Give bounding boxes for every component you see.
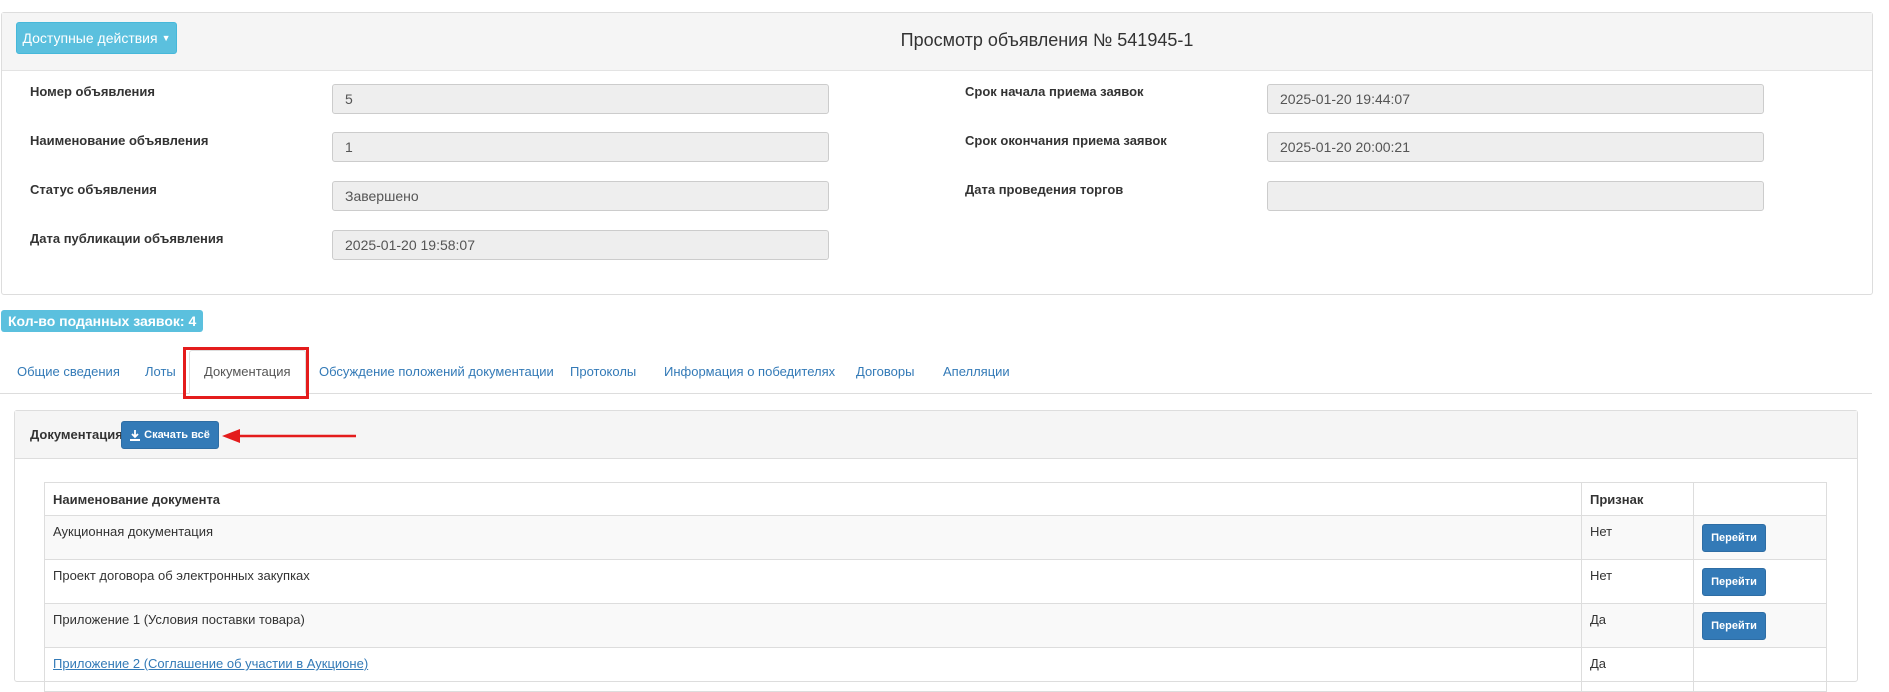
document-action-cell: Перейти: [1693, 559, 1827, 604]
tabs-bar: Общие сведения Лоты Документация Обсужде…: [0, 350, 1872, 394]
tab-documentation[interactable]: Документация: [189, 350, 306, 394]
table-row: Проект договора об электронных закупках …: [44, 559, 1827, 604]
download-all-button[interactable]: Скачать всё: [121, 421, 219, 449]
documents-table: Наименование документа Признак Аукционна…: [44, 482, 1827, 692]
announcement-name-label: Наименование объявления: [30, 133, 209, 148]
document-flag: Да: [1581, 647, 1694, 692]
announcement-number-label: Номер объявления: [30, 84, 155, 99]
auction-date-field[interactable]: [1267, 181, 1764, 211]
tab-contracts[interactable]: Договоры: [856, 350, 914, 393]
page-title: Просмотр объявления № 541945-1: [900, 30, 1194, 50]
tab-appeals[interactable]: Апелляции: [943, 350, 1010, 393]
red-arrow-icon: [222, 429, 356, 443]
document-flag: Нет: [1581, 559, 1694, 604]
application-start-field[interactable]: 2025-01-20 19:44:07: [1267, 84, 1764, 114]
go-button[interactable]: Перейти: [1702, 524, 1766, 552]
publication-date-label: Дата публикации объявления: [30, 231, 224, 246]
document-flag: Нет: [1581, 515, 1694, 560]
column-header-actions: [1693, 482, 1827, 516]
document-action-cell: Перейти: [1693, 515, 1827, 560]
tab-lots[interactable]: Лоты: [145, 350, 176, 393]
tab-general-info[interactable]: Общие сведения: [17, 350, 120, 393]
application-end-field[interactable]: 2025-01-20 20:00:21: [1267, 132, 1764, 162]
download-all-label: Скачать всё: [144, 429, 210, 441]
document-name: Приложение 1 (Условия поставки товара): [44, 603, 1582, 648]
document-name-link[interactable]: Приложение 2 (Соглашение об участии в Ау…: [44, 647, 1582, 692]
applications-count-badge: Кол-во поданных заявок: 4: [1, 310, 204, 332]
tab-documentation-discussion[interactable]: Обсуждение положений документации: [319, 350, 554, 393]
announcement-panel-header: Доступные действия ▼ Просмотр объявления…: [2, 13, 1872, 71]
tab-winners-info[interactable]: Информация о победителях: [664, 350, 835, 393]
document-action-cell: [1693, 647, 1827, 692]
announcement-name-field[interactable]: 1: [332, 132, 829, 162]
announcement-panel: Доступные действия ▼ Просмотр объявления…: [1, 12, 1873, 295]
column-header-flag: Признак: [1581, 482, 1694, 516]
document-link[interactable]: Приложение 2 (Соглашение об участии в Ау…: [53, 656, 368, 671]
document-name: Проект договора об электронных закупках: [44, 559, 1582, 604]
download-icon: [130, 429, 141, 441]
announcement-status-field[interactable]: Завершено: [332, 181, 829, 211]
documents-panel-title: Документация: [30, 427, 123, 442]
table-row: Аукционная документация Нет Перейти: [44, 515, 1827, 560]
document-flag: Да: [1581, 603, 1694, 648]
go-button[interactable]: Перейти: [1702, 568, 1766, 596]
table-row: Приложение 2 (Соглашение об участии в Ау…: [44, 647, 1827, 692]
tab-protocols[interactable]: Протоколы: [570, 350, 636, 393]
document-action-cell: Перейти: [1693, 603, 1827, 648]
application-start-label: Срок начала приема заявок: [965, 84, 1144, 99]
column-header-name: Наименование документа: [44, 482, 1582, 516]
announcement-status-label: Статус объявления: [30, 182, 157, 197]
document-name: Аукционная документация: [44, 515, 1582, 560]
table-header-row: Наименование документа Признак: [44, 482, 1827, 516]
table-row: Приложение 1 (Условия поставки товара) Д…: [44, 603, 1827, 648]
application-end-label: Срок окончания приема заявок: [965, 133, 1167, 148]
go-button[interactable]: Перейти: [1702, 612, 1766, 640]
auction-date-label: Дата проведения торгов: [965, 182, 1124, 197]
announcement-number-field[interactable]: 5: [332, 84, 829, 114]
publication-date-field[interactable]: 2025-01-20 19:58:07: [332, 230, 829, 260]
